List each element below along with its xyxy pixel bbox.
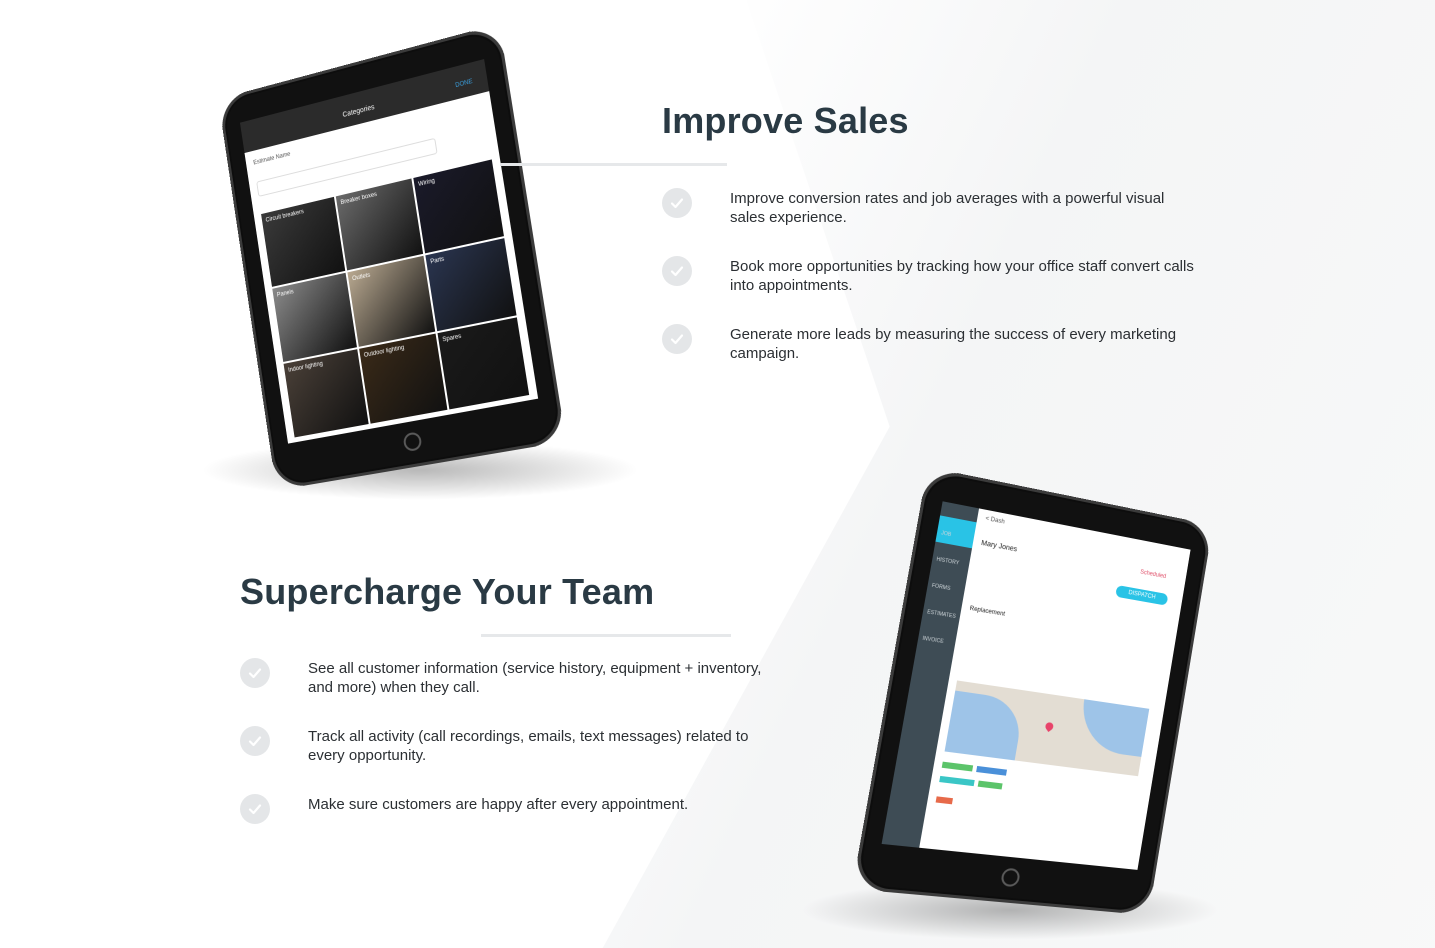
- tablet-categories-mockup: Categories DONE Estimate Name Circuit br…: [218, 16, 599, 500]
- bullet-text: Book more opportunities by tracking how …: [730, 258, 1194, 294]
- bullet-text: Improve conversion rates and job average…: [730, 190, 1165, 226]
- category-tile[interactable]: Panels: [272, 272, 357, 362]
- category-tile[interactable]: Indoor lighting: [283, 349, 369, 438]
- checkmark-icon: [662, 256, 692, 286]
- checkmark-icon: [662, 188, 692, 218]
- category-tile-label: Outlets: [351, 272, 371, 283]
- category-tile[interactable]: Circuit breakers: [261, 196, 346, 287]
- bullet-text: Track all activity (call recordings, ema…: [308, 728, 749, 764]
- status-badge: Scheduled: [1139, 569, 1167, 581]
- bullet-item: See all customer information (service hi…: [240, 658, 800, 726]
- estimate-name-label: Estimate Name: [253, 151, 291, 167]
- checkmark-icon: [240, 794, 270, 824]
- checkmark-icon: [240, 726, 270, 756]
- section-divider: [481, 634, 731, 637]
- category-tile[interactable]: Wiring: [413, 159, 504, 254]
- sales-bullet-list: Improve conversion rates and job average…: [662, 188, 1202, 392]
- category-tile[interactable]: Spares: [437, 317, 530, 410]
- bullet-item: Improve conversion rates and job average…: [662, 188, 1202, 256]
- improve-sales-title: Improve Sales: [662, 100, 909, 141]
- category-tile-label: Wiring: [417, 178, 436, 188]
- category-tile-label: Outdoor lighting: [363, 345, 405, 359]
- category-tile-label: Panels: [276, 289, 295, 299]
- team-bullet-list: See all customer information (service hi…: [240, 658, 800, 862]
- category-tile-label: Spares: [442, 333, 462, 344]
- category-tile-label: Breaker boxes: [340, 191, 378, 207]
- category-tile-label: Circuit breakers: [265, 209, 305, 224]
- bullet-text: See all customer information (service hi…: [308, 660, 762, 696]
- category-tile[interactable]: Outlets: [347, 255, 436, 347]
- category-tile-label: Indoor lighting: [287, 361, 324, 374]
- job-type-label: Replacement: [969, 605, 1006, 618]
- bullet-item: Make sure customers are happy after ever…: [240, 794, 800, 862]
- checkmark-icon: [662, 324, 692, 354]
- category-tile[interactable]: Parts: [425, 238, 517, 332]
- bullet-item: Track all activity (call recordings, ema…: [240, 726, 800, 794]
- map-pin-icon: [1043, 720, 1055, 733]
- back-link[interactable]: < Dash: [985, 516, 1005, 526]
- supercharge-team-title: Supercharge Your Team: [240, 571, 655, 612]
- bullet-item: Generate more leads by measuring the suc…: [662, 324, 1202, 392]
- bullet-item: Book more opportunities by tracking how …: [662, 256, 1202, 324]
- category-tile[interactable]: Outdoor lighting: [359, 333, 448, 424]
- category-tile-label: Parts: [430, 256, 445, 266]
- bullet-text: Generate more leads by measuring the suc…: [730, 326, 1177, 362]
- customer-name: Mary Jones: [980, 539, 1018, 554]
- map-view[interactable]: [944, 680, 1150, 777]
- bullet-text: Make sure customers are happy after ever…: [308, 796, 689, 813]
- dispatch-button[interactable]: DISPATCH: [1115, 584, 1169, 606]
- checkmark-icon: [240, 658, 270, 688]
- section-divider: [500, 163, 727, 166]
- category-tile[interactable]: Breaker boxes: [335, 178, 424, 271]
